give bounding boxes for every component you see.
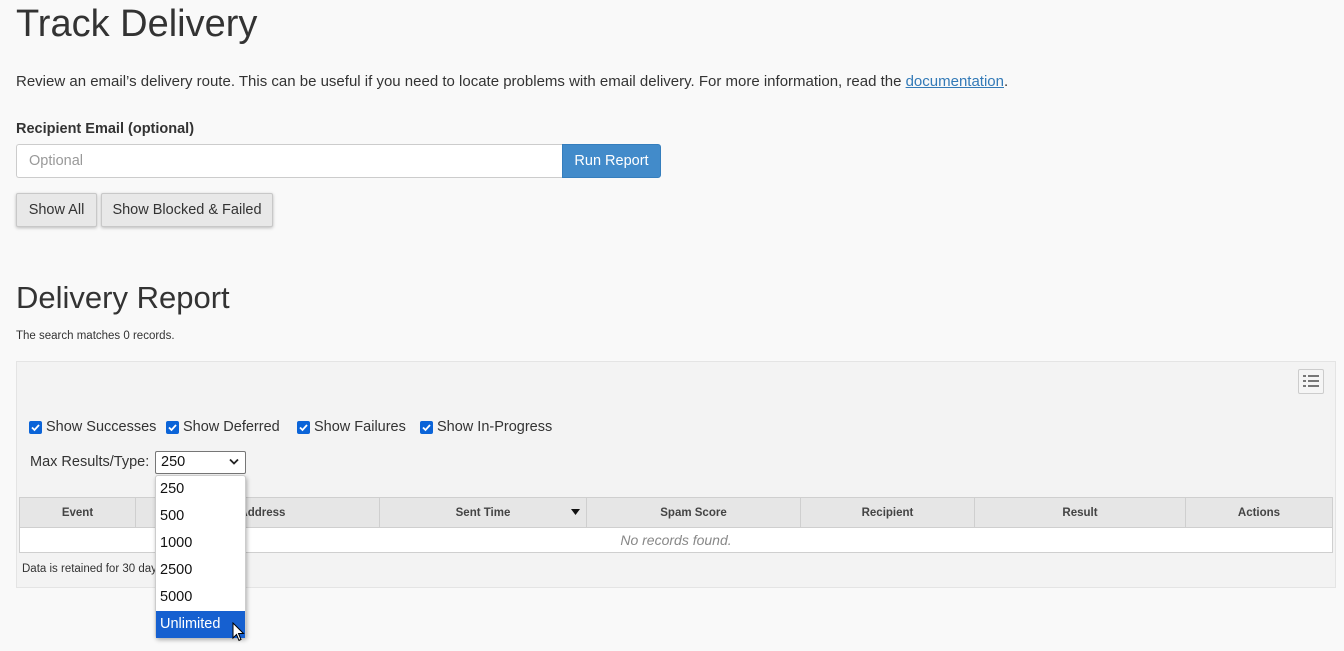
page-description: Review an email’s delivery route. This c… [16, 73, 1008, 90]
sort-desc-icon [571, 509, 580, 515]
show-successes-label: Show Successes [46, 419, 157, 435]
column-actions: Actions [1185, 497, 1333, 528]
option-5000[interactable]: 5000 [156, 584, 245, 611]
run-report-button[interactable]: Run Report [562, 144, 661, 178]
description-text: Review an email’s delivery route. This c… [16, 73, 906, 90]
show-deferred-checkbox[interactable]: Show Deferred [166, 417, 280, 437]
checkbox-checked-icon[interactable] [297, 420, 310, 434]
max-results-value: 250 [161, 454, 186, 470]
option-1000[interactable]: 1000 [156, 530, 245, 557]
recipient-email-input[interactable] [16, 144, 562, 178]
page-title: Track Delivery [16, 3, 258, 45]
retention-note: Data is retained for 30 day [22, 563, 157, 575]
option-250[interactable]: 250 [156, 476, 245, 503]
recipient-email-label: Recipient Email (optional) [16, 121, 195, 137]
documentation-link[interactable]: documentation [906, 73, 1004, 90]
column-recipient[interactable]: Recipient [800, 497, 975, 528]
max-results-select[interactable]: 250 [155, 451, 246, 474]
match-count: The search matches 0 records. [16, 330, 175, 342]
show-failures-checkbox[interactable]: Show Failures [297, 417, 406, 437]
show-blocked-failed-button[interactable]: Show Blocked & Failed [101, 193, 273, 227]
column-result[interactable]: Result [974, 497, 1186, 528]
show-all-button[interactable]: Show All [16, 193, 97, 227]
show-in-progress-checkbox[interactable]: Show In-Progress [420, 417, 552, 437]
show-failures-label: Show Failures [314, 419, 406, 435]
show-in-progress-label: Show In-Progress [437, 419, 553, 435]
option-2500[interactable]: 2500 [156, 557, 245, 584]
checkbox-checked-icon[interactable] [29, 420, 42, 434]
description-end: . [1004, 73, 1009, 90]
column-sent-time[interactable]: Sent Time [379, 497, 587, 528]
column-sent-time-label: Sent Time [455, 506, 511, 519]
show-successes-checkbox[interactable]: Show Successes [29, 417, 156, 437]
column-event[interactable]: Event [19, 497, 136, 528]
max-results-dropdown[interactable]: 250 500 1000 2500 5000 Unlimited [155, 475, 246, 638]
option-500[interactable]: 500 [156, 503, 245, 530]
column-spam-score[interactable]: Spam Score [586, 497, 801, 528]
delivery-report-title: Delivery Report [16, 280, 230, 315]
mouse-cursor-icon [232, 622, 245, 642]
show-deferred-label: Show Deferred [183, 419, 280, 435]
checkbox-checked-icon[interactable] [166, 420, 179, 434]
max-results-label: Max Results/Type: [30, 454, 150, 470]
list-view-icon[interactable] [1298, 369, 1324, 394]
chevron-down-icon [229, 458, 239, 465]
checkbox-checked-icon[interactable] [420, 420, 433, 434]
